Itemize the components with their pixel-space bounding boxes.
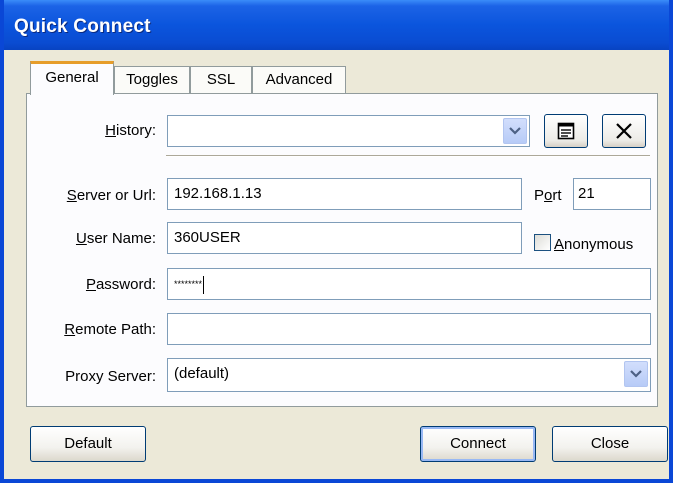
history-clear-button[interactable] (602, 114, 646, 148)
username-label-mnemonic: U (75, 230, 87, 247)
close-icon (616, 123, 632, 139)
remote-path-input[interactable] (167, 313, 651, 345)
username-label-text: ser Name: (86, 230, 156, 247)
history-list-button[interactable] (544, 114, 588, 148)
password-input[interactable]: ******** (167, 268, 651, 300)
history-label-mnemonic: H (105, 122, 116, 139)
separator (166, 155, 650, 157)
remote-path-label-text: emote Path: (75, 321, 156, 338)
remote-path-label: Remote Path: (34, 321, 156, 338)
proxy-label: Proxy Server: (65, 368, 156, 385)
history-label: History: (34, 122, 156, 139)
remote-path-label-mnemonic: R (64, 321, 76, 338)
anonymous-label-text: nonymous (564, 236, 634, 253)
port-label-text: rt (552, 187, 562, 204)
proxy-dropdown-button[interactable] (624, 361, 648, 387)
port-label-pre: P (534, 187, 545, 204)
quick-connect-dialog: Quick Connect General Toggles SSL Advanc… (0, 0, 673, 483)
chevron-down-icon (630, 370, 642, 378)
username-input[interactable]: 360USER (167, 222, 522, 254)
general-content: History: Server or Url: 192.168.1.13 Por… (4, 0, 669, 479)
proxy-combobox[interactable]: (default) (167, 358, 651, 392)
text-cursor (203, 275, 205, 294)
password-label-mnemonic: P (85, 276, 96, 293)
proxy-value: (default) (174, 365, 230, 382)
port-input[interactable]: 21 (573, 178, 651, 210)
password-label-text: assword: (95, 276, 156, 293)
server-input[interactable]: 192.168.1.13 (167, 178, 522, 210)
password-label: Password: (34, 276, 156, 293)
anonymous-checkbox[interactable] (534, 234, 551, 251)
password-value: ******** (174, 279, 203, 289)
chevron-down-icon (509, 127, 521, 135)
list-icon (557, 122, 575, 140)
server-label-mnemonic: S (66, 187, 77, 204)
server-label-text: erver or Url: (76, 187, 156, 204)
server-label: Server or Url: (34, 187, 156, 204)
history-combobox[interactable] (167, 115, 530, 147)
history-dropdown-button[interactable] (503, 118, 527, 144)
username-label: User Name: (34, 230, 156, 247)
port-label: Port (534, 187, 570, 204)
history-label-text: istory: (115, 122, 156, 139)
anonymous-label[interactable]: Anonymous (554, 236, 633, 253)
anonymous-label-mnemonic: A (554, 236, 565, 253)
